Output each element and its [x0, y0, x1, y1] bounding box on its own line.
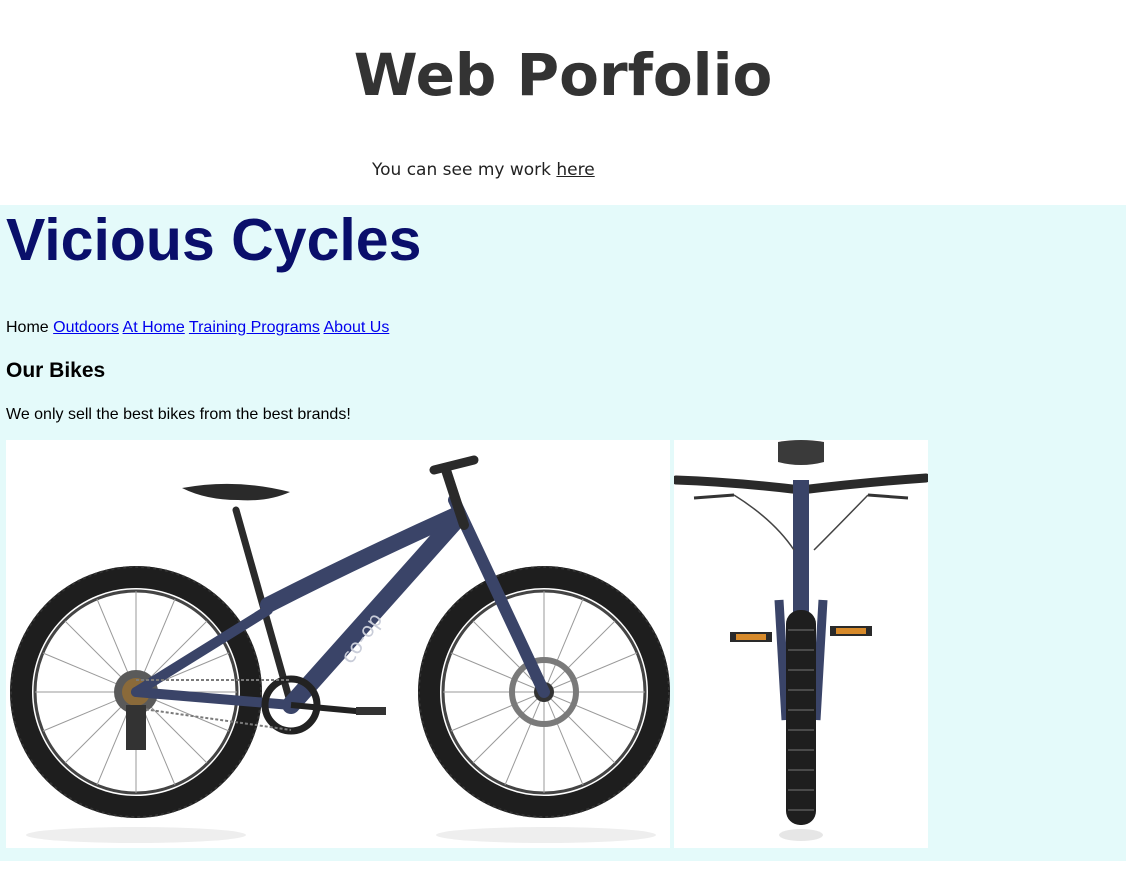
nav-link-about-us[interactable]: About Us [324, 319, 390, 336]
bike-front-illustration [674, 440, 928, 841]
nav-link-at-home[interactable]: At Home [123, 319, 185, 336]
pedal-left [736, 634, 766, 640]
derailleur [126, 705, 146, 750]
nav-link-training-programs[interactable]: Training Programs [189, 319, 320, 336]
bike-side-illustration: co-op [10, 455, 670, 843]
saddle-front [778, 440, 824, 465]
intro-text: You can see my work [372, 160, 557, 180]
portfolio-intro: You can see my work here [372, 158, 595, 182]
site-nav: Home Outdoors At Home Training Programs … [6, 318, 389, 338]
saddle [182, 483, 290, 501]
portfolio-title: Web Porfolio [353, 41, 773, 109]
bike-front-image [674, 440, 928, 848]
front-tire [786, 610, 816, 825]
site-title: Vicious Cycles [6, 207, 422, 273]
work-link[interactable]: here [556, 160, 594, 180]
nav-link-outdoors[interactable]: Outdoors [53, 319, 119, 336]
portfolio-page: Web Porfolio You can see my work here Vi… [0, 0, 1126, 871]
pedal-right [836, 628, 866, 634]
embedded-site-preview: Vicious Cycles Home Outdoors At Home Tra… [0, 205, 1126, 861]
section-title: Our Bikes [6, 359, 106, 382]
section-text: We only sell the best bikes from the bes… [6, 406, 351, 423]
bike-side-image: co-op [6, 440, 670, 848]
head-tube [793, 480, 809, 630]
nav-item-home: Home [6, 319, 49, 336]
